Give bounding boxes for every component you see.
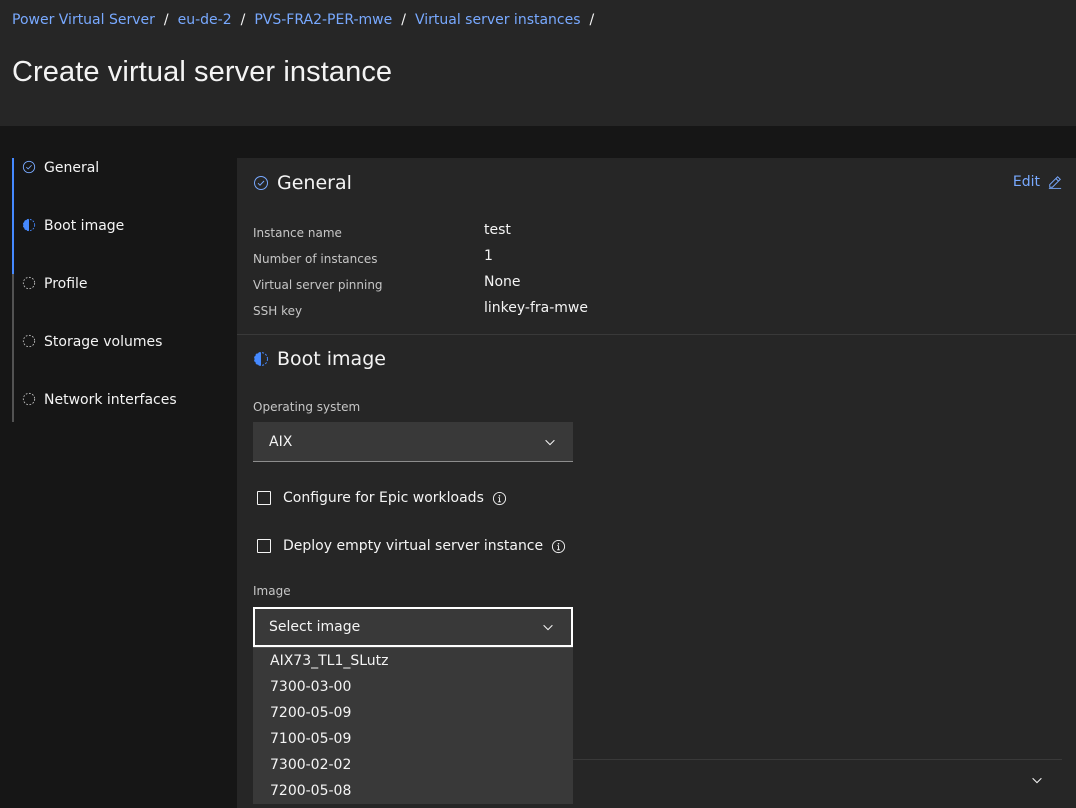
information-icon[interactable]: [551, 539, 566, 554]
summary-value: linkey-fra-mwe: [484, 300, 588, 316]
page-title: Create virtual server instance: [12, 56, 393, 88]
edit-label: Edit: [1012, 174, 1040, 190]
chevron-down-icon: [1032, 777, 1042, 784]
section-title: General: [277, 172, 352, 194]
general-summary: Instance name test Number of instances 1…: [253, 222, 853, 326]
image-dropdown-menu: AIX73_TL1_SLutz 7300-03-00 7200-05-09 71…: [253, 647, 573, 804]
page-header: Power Virtual Server / eu-de-2 / PVS-FRA…: [0, 0, 1076, 126]
epic-workloads-option: Configure for Epic workloads: [257, 490, 507, 506]
half-circle-icon: [22, 218, 36, 232]
summary-key: Instance name: [253, 226, 342, 240]
epic-workloads-checkbox[interactable]: [257, 491, 271, 505]
breadcrumb-separator: /: [163, 12, 169, 28]
checkmark-outline-icon: [22, 160, 36, 174]
operating-system-label: Operating system: [253, 400, 361, 414]
summary-row: Virtual server pinning None: [253, 274, 853, 300]
image-option[interactable]: 7200-05-09: [253, 700, 573, 726]
breadcrumb: Power Virtual Server / eu-de-2 / PVS-FRA…: [12, 12, 603, 28]
image-option[interactable]: AIX73_TL1_SLutz: [253, 648, 573, 674]
breadcrumb-link-region[interactable]: eu-de-2: [178, 12, 232, 28]
create-form-panel: General Edit Instance name test Number o…: [237, 158, 1076, 808]
progress-step-boot-image[interactable]: Boot image: [12, 216, 222, 274]
operating-system-select[interactable]: AIX: [253, 422, 573, 462]
breadcrumb-link-power-virtual-server[interactable]: Power Virtual Server: [12, 12, 155, 28]
image-option[interactable]: 7300-02-02: [253, 752, 573, 778]
summary-value: 1: [484, 248, 493, 264]
general-section-header: General: [253, 172, 352, 194]
image-label: Image: [253, 584, 291, 598]
progress-step-label: Profile: [44, 276, 88, 292]
breadcrumb-link-workspace[interactable]: PVS-FRA2-PER-mwe: [254, 12, 392, 28]
summary-value: test: [484, 222, 511, 238]
summary-row: SSH key linkey-fra-mwe: [253, 300, 853, 326]
summary-key: Virtual server pinning: [253, 278, 383, 292]
information-icon[interactable]: [492, 491, 507, 506]
deploy-empty-checkbox[interactable]: [257, 539, 271, 553]
summary-key: SSH key: [253, 304, 303, 318]
progress-step-general[interactable]: General: [12, 158, 222, 216]
progress-step-label: Storage volumes: [44, 334, 163, 350]
operating-system-value: AIX: [269, 433, 293, 450]
edit-general-button[interactable]: Edit: [1013, 174, 1062, 190]
dashed-circle-icon: [22, 334, 36, 348]
progress-indicator: General Boot image Profile Storage volum…: [12, 158, 222, 422]
summary-row: Instance name test: [253, 222, 853, 248]
section-title: Boot image: [277, 348, 386, 370]
half-circle-icon: [254, 352, 268, 366]
progress-step-profile[interactable]: Profile: [12, 274, 222, 332]
summary-value: None: [484, 274, 521, 290]
checkbox-label: Deploy empty virtual server instance: [283, 538, 544, 554]
chevron-down-icon: [543, 624, 553, 631]
dashed-circle-icon: [22, 276, 36, 290]
progress-step-network-interfaces[interactable]: Network interfaces: [12, 390, 222, 422]
summary-row: Number of instances 1: [253, 248, 853, 274]
breadcrumb-separator: /: [401, 12, 406, 28]
breadcrumb-separator: /: [240, 12, 246, 28]
breadcrumb-separator: /: [589, 12, 595, 28]
image-select-placeholder: Select image: [269, 619, 361, 635]
image-select[interactable]: Select image: [253, 607, 573, 647]
progress-step-label: General: [44, 160, 100, 176]
checkmark-outline-icon: [254, 176, 268, 190]
summary-key: Number of instances: [253, 252, 378, 266]
image-option[interactable]: 7300-03-00: [253, 674, 573, 700]
image-option[interactable]: 7200-05-08: [253, 778, 573, 804]
deploy-empty-option: Deploy empty virtual server instance: [257, 538, 566, 554]
progress-step-label: Boot image: [44, 218, 125, 234]
image-option[interactable]: 7100-05-09: [253, 726, 573, 752]
checkbox-label: Configure for Epic workloads: [283, 490, 484, 506]
progress-step-storage-volumes[interactable]: Storage volumes: [12, 332, 222, 390]
edit-icon: [1048, 176, 1062, 189]
section-divider: [237, 334, 1076, 335]
boot-image-section-header: Boot image: [253, 348, 386, 370]
chevron-down-icon: [545, 439, 555, 446]
progress-step-label: Network interfaces: [44, 392, 177, 408]
breadcrumb-link-virtual-server-instances[interactable]: Virtual server instances: [415, 12, 581, 28]
dashed-circle-icon: [22, 392, 36, 406]
